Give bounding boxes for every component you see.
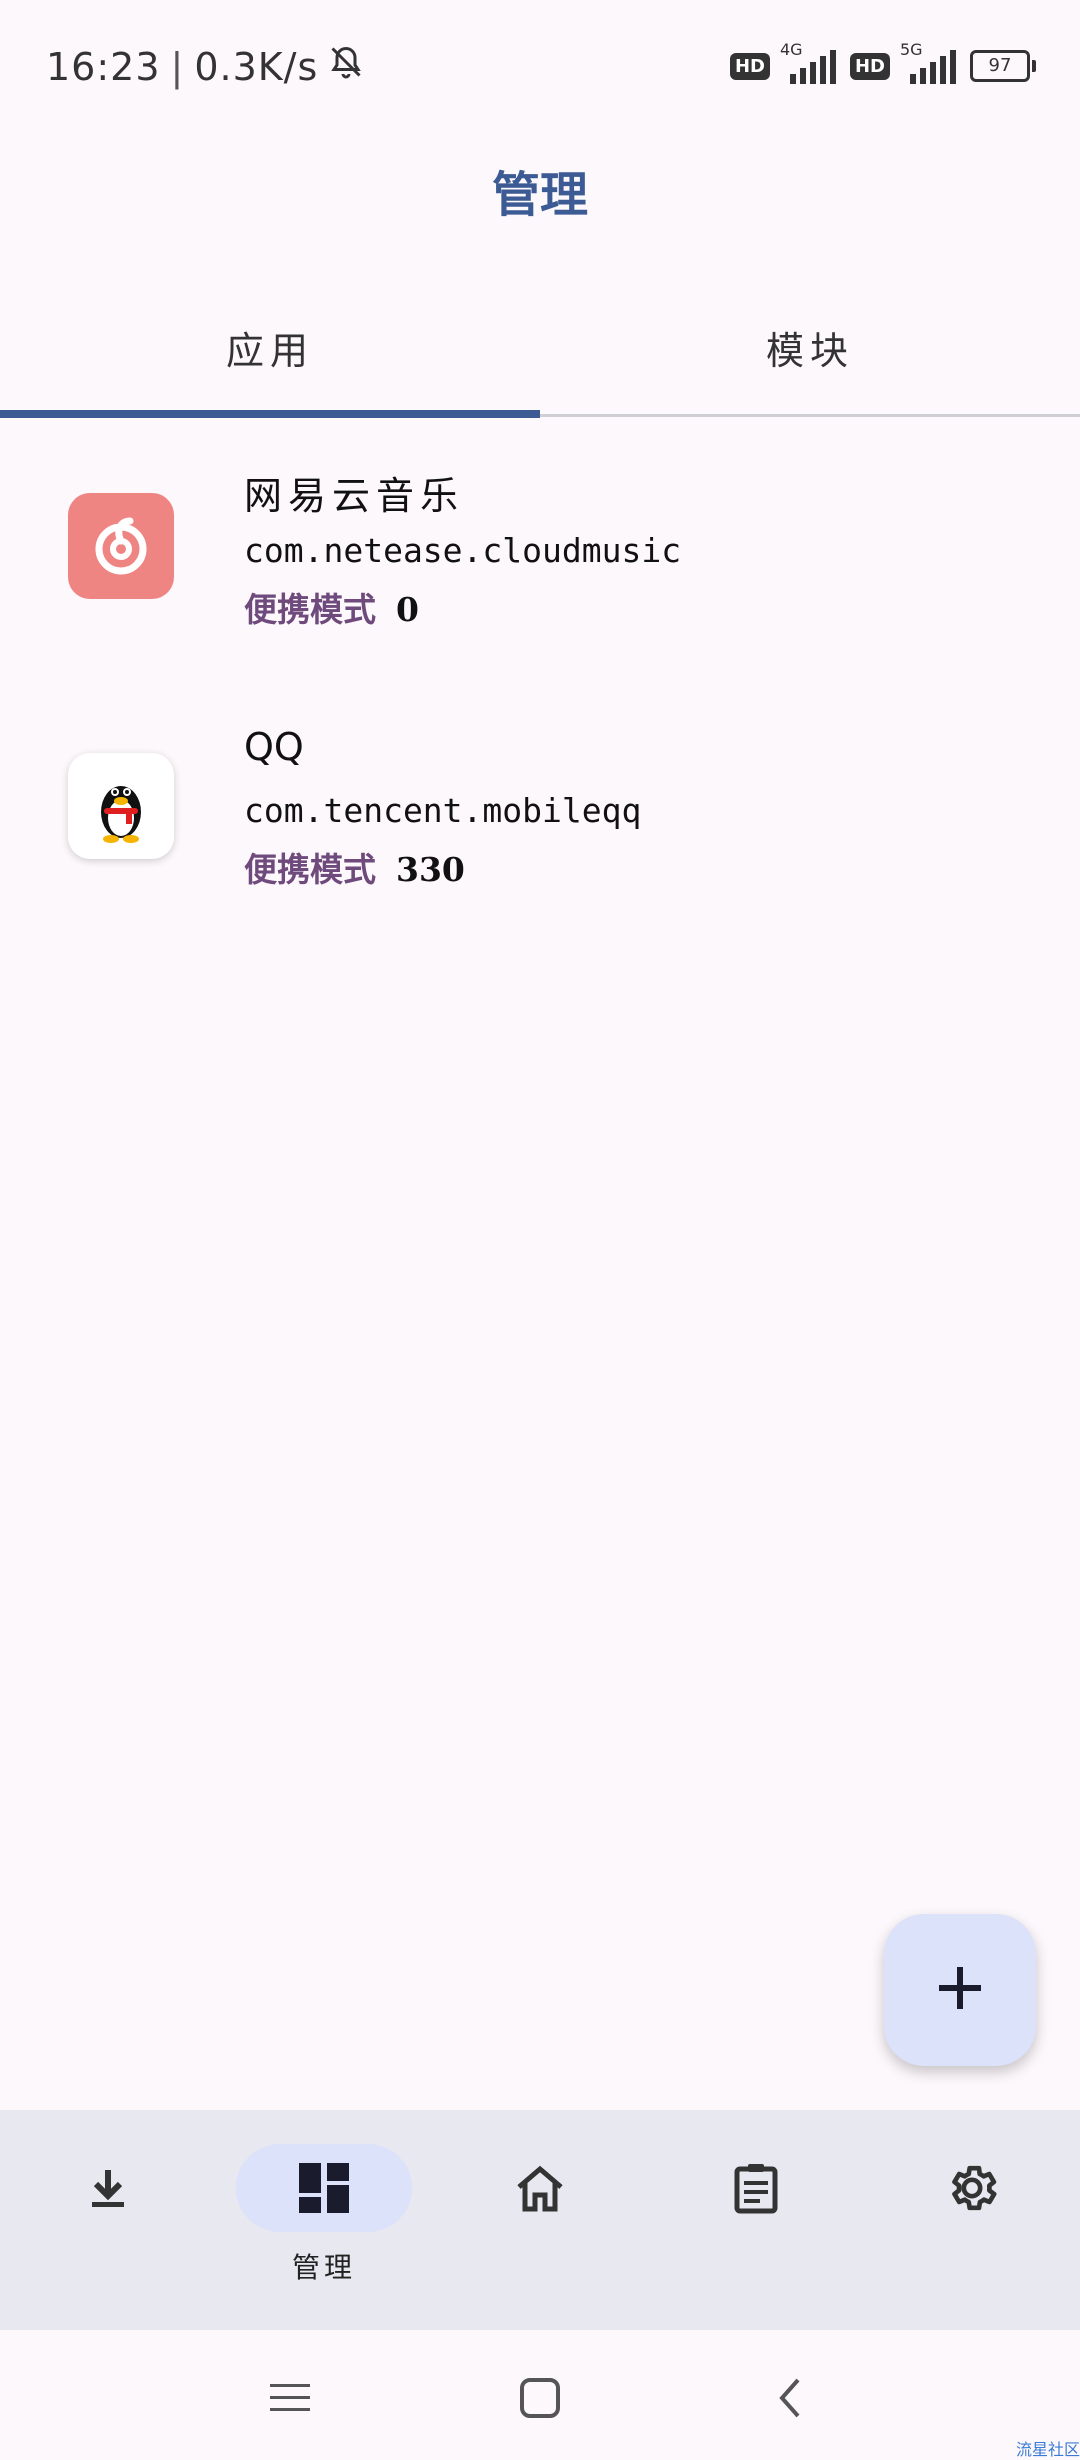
mode-count: 0 [396, 590, 419, 629]
tab-modules[interactable]: 模块 [540, 320, 1080, 375]
bottom-nav: 管理 [0, 2110, 1080, 2330]
home-square-icon[interactable] [500, 2358, 580, 2438]
dashboard-icon [284, 2148, 364, 2228]
status-left: 16:23 | 0.3K/s [46, 44, 364, 89]
back-icon[interactable] [750, 2358, 830, 2438]
app-list: 网易云音乐 com.netease.cloudmusic 便携模式 0 QQ c… [0, 455, 1080, 975]
list-item[interactable]: 网易云音乐 com.netease.cloudmusic 便携模式 0 [0, 455, 1080, 715]
tab-indicator [0, 410, 540, 418]
status-right: HD 4G HD 5G 97 [729, 40, 1036, 86]
list-item[interactable]: QQ com.tencent.mobileqq 便携模式 330 [0, 715, 1080, 975]
download-icon [68, 2148, 148, 2228]
status-divider: | [170, 44, 185, 89]
mode-count: 330 [396, 850, 465, 889]
clipboard-icon [716, 2148, 796, 2228]
mode-label: 便携模式 [244, 590, 376, 629]
home-icon [500, 2148, 580, 2228]
hd-badge-2: HD [849, 52, 890, 80]
battery-icon: 97 [970, 50, 1036, 82]
status-speed: 0.3K/s [194, 44, 319, 89]
nav-download[interactable] [0, 2110, 216, 2330]
nav-logs[interactable] [648, 2110, 864, 2330]
tab-apps[interactable]: 应用 [0, 320, 540, 375]
nav-settings[interactable] [864, 2110, 1080, 2330]
nav-label: 管理 [291, 2251, 356, 2284]
nav-home[interactable] [432, 2110, 648, 2330]
app-package: com.tencent.mobileqq [244, 791, 642, 830]
hd-badge: HD [729, 52, 770, 80]
bell-muted-icon [328, 44, 364, 89]
app-mode: 便携模式 0 [244, 583, 419, 631]
netease-cloudmusic-icon [68, 493, 174, 599]
watermark: 流星社区 [1015, 2440, 1080, 2459]
tab-bar: 应用 模块 [0, 300, 1080, 418]
mode-label: 便携模式 [244, 850, 376, 889]
app-name: 网易云音乐 [244, 474, 465, 518]
plus-icon [935, 1963, 985, 2017]
menu-icon[interactable] [250, 2358, 330, 2438]
status-bar: 16:23 | 0.3K/s HD 4G HD 5G 97 [0, 0, 1080, 132]
app-name: QQ [244, 725, 304, 769]
add-app-button[interactable] [884, 1914, 1036, 2066]
system-nav-bar: 流星社区 [0, 2330, 1080, 2460]
app-package: com.netease.cloudmusic [244, 531, 682, 570]
app-mode: 便携模式 330 [244, 843, 465, 891]
page-title: 管理 [491, 167, 588, 223]
signal-icon: 4G [780, 40, 840, 86]
status-time: 16:23 [46, 44, 161, 89]
nav-manage[interactable]: 管理 [216, 2110, 432, 2330]
gear-icon [932, 2148, 1012, 2228]
qq-penguin-icon [68, 753, 174, 859]
signal-icon-2: 5G [900, 40, 960, 86]
